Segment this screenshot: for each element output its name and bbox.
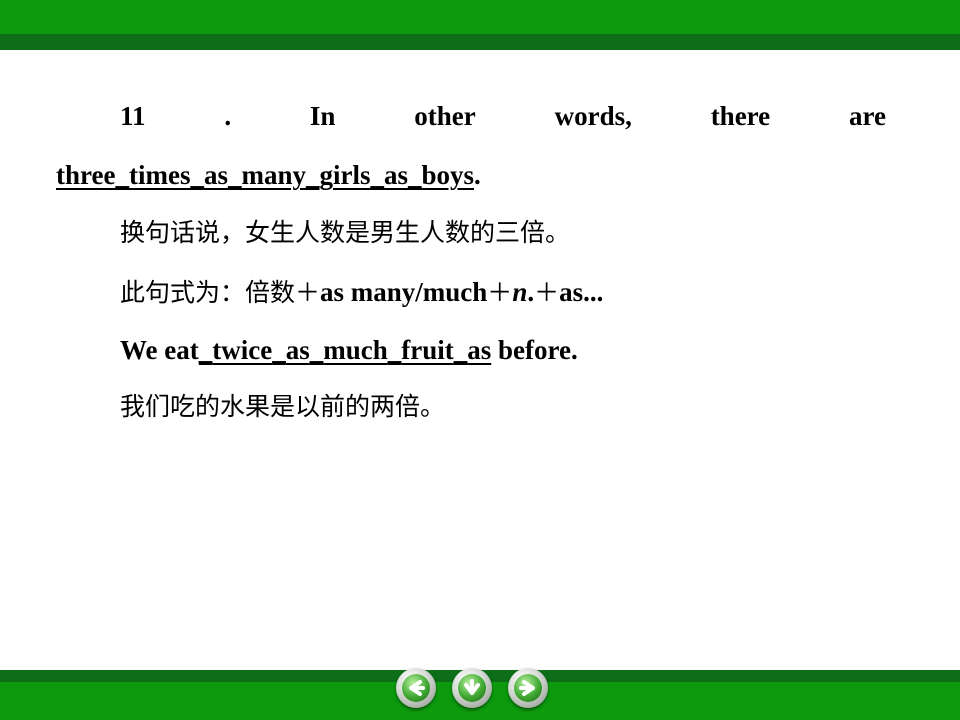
translation-line: 换句话说，女生人数是男生人数的三倍。 (120, 218, 571, 247)
word: words, (554, 101, 632, 131)
next-button[interactable] (508, 668, 548, 708)
arrow-left-icon (409, 680, 425, 696)
arrow-down-icon (464, 679, 480, 695)
top-bar-stripe (0, 34, 960, 50)
underlined-phrase: three_times_as_many_girls_as_boys (56, 160, 475, 190)
sentence-line-2: three_times_as_many_girls_as_boys. (56, 159, 481, 191)
word: . (224, 101, 232, 131)
word: there (710, 101, 771, 131)
example-sentence: We eat_twice_as_much_fruit_as before. (120, 335, 578, 365)
underlined-blanks: _twice_as_much_fruit_as (198, 335, 492, 365)
word: other (414, 101, 476, 131)
example-translation: 我们吃的水果是以前的两倍。 (120, 392, 446, 421)
word: 11 (120, 101, 146, 131)
word: In (309, 101, 336, 131)
arrow-right-icon (519, 680, 535, 696)
sentence-line-1: 11 . In other words, there are (120, 100, 886, 132)
word: are (849, 101, 886, 131)
pattern-line: 此句式为：倍数＋as many/much＋n.＋as... (120, 277, 604, 307)
down-button[interactable] (452, 668, 492, 708)
top-bar (0, 0, 960, 34)
period: . (474, 160, 481, 190)
previous-button[interactable] (396, 668, 436, 708)
